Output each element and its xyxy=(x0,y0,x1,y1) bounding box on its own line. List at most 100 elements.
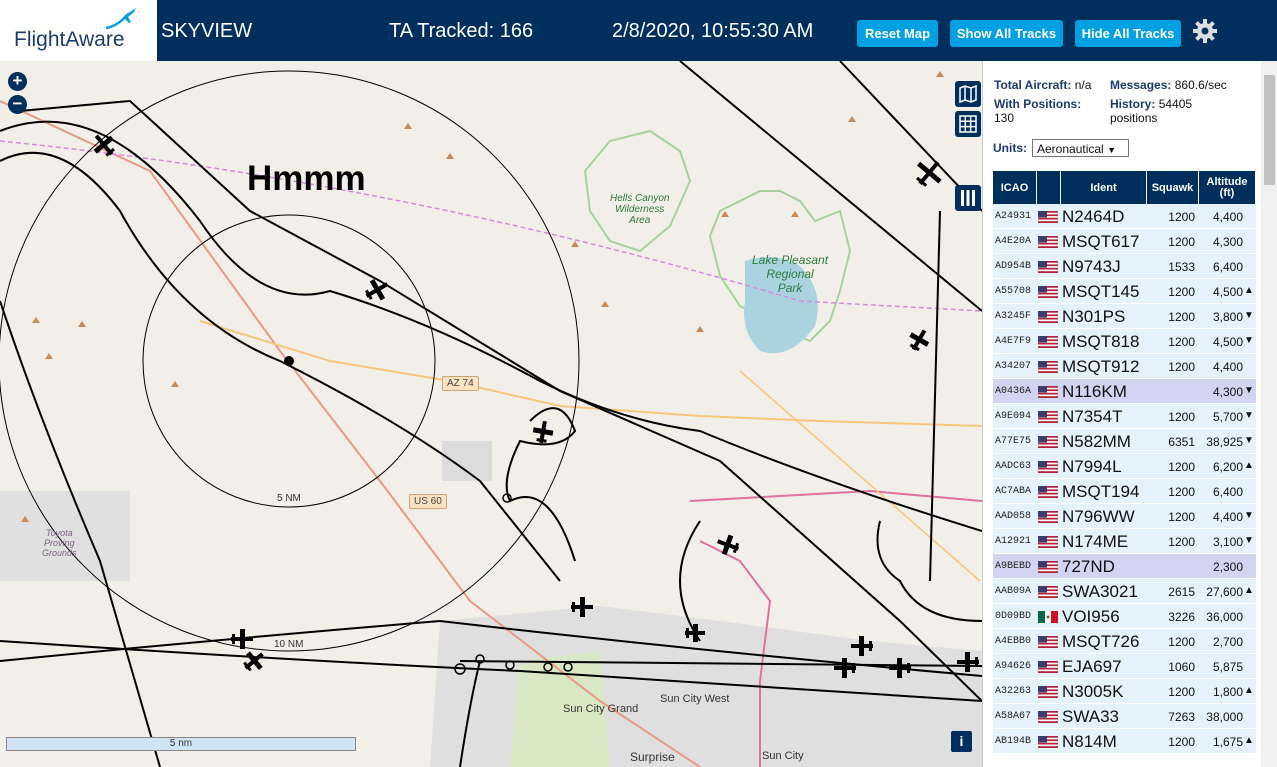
us-flag-icon xyxy=(1038,311,1058,323)
cell-altitude: 36,000 xyxy=(1206,610,1243,624)
cell-squawk: 1200 xyxy=(1168,210,1195,224)
zoom-out-button[interactable]: − xyxy=(8,95,27,114)
aircraft-icon[interactable] xyxy=(531,419,555,444)
col-ident[interactable]: Ident xyxy=(1061,171,1147,204)
app-name: SKYVIEW xyxy=(161,20,253,42)
map-layers-icon[interactable] xyxy=(955,81,981,107)
table-row[interactable]: A34207 MSQT912 1200 4,400 xyxy=(993,354,1256,379)
col-icao[interactable]: ICAO xyxy=(993,171,1037,204)
cell-trend: ▼ xyxy=(1244,410,1254,421)
scale-bar: 5 nm xyxy=(6,737,356,751)
us-flag-icon xyxy=(1038,661,1058,673)
info-button[interactable]: i xyxy=(951,731,972,752)
table-row[interactable]: A55708 MSQT145 1200 4,500 ▲ xyxy=(993,279,1256,304)
cell-ident: N9743J xyxy=(1062,257,1121,276)
scrollbar-thumb[interactable] xyxy=(1264,75,1275,185)
units-select[interactable]: Aeronautical ▼ xyxy=(1032,139,1129,157)
table-row[interactable]: AC7ABA MSQT194 1200 6,400 xyxy=(993,479,1256,504)
cell-altitude: 2,300 xyxy=(1212,560,1243,574)
aircraft-icon[interactable] xyxy=(909,153,948,192)
table-row[interactable]: AB194B N814M 1200 1,675 ▲ xyxy=(993,729,1256,754)
us-flag-icon xyxy=(1038,711,1058,723)
cell-icao: A0436A xyxy=(995,386,1032,397)
us-flag-icon xyxy=(1038,436,1058,448)
us-flag-icon xyxy=(1038,511,1058,523)
table-row[interactable]: A94626 EJA697 1060 5,875 xyxy=(993,654,1256,679)
map-view[interactable]: + − Hmmm 5 NM 10 NM AZ 74 US 60 Hells Ca… xyxy=(0,61,982,767)
table-row[interactable]: AADC63 N7994L 1200 6,200 ▲ xyxy=(993,454,1256,479)
aircraft-icon[interactable] xyxy=(851,636,873,656)
cell-ident: N2464D xyxy=(1062,207,1125,226)
us-flag-icon xyxy=(1038,561,1058,573)
cell-icao: A3245F xyxy=(995,311,1032,322)
hide-all-tracks-button[interactable]: Hide All Tracks xyxy=(1075,20,1181,47)
col-flag[interactable] xyxy=(1037,171,1061,204)
table-row[interactable]: A4E7F9 MSQT818 1200 4,500 ▼ xyxy=(993,329,1256,354)
columns-icon[interactable] xyxy=(955,185,981,211)
us-flag-icon xyxy=(1038,236,1058,248)
reset-map-button[interactable]: Reset Map xyxy=(857,20,938,47)
gear-icon[interactable] xyxy=(1192,18,1218,44)
table-row[interactable]: A9E094 N7354T 1200 5,700 ▼ xyxy=(993,404,1256,429)
zoom-in-button[interactable]: + xyxy=(8,72,27,91)
place-toyota: Toyota Proving Grounds xyxy=(42,528,77,558)
place-sun-city: Sun City xyxy=(762,750,804,762)
table-row[interactable]: A4E20A MSQT617 1200 4,300 xyxy=(993,229,1256,254)
aircraft-icon[interactable] xyxy=(889,658,911,678)
cell-icao: A9E094 xyxy=(995,411,1032,422)
table-row[interactable]: 0D09BD VOI956 3226 36,000 xyxy=(993,604,1256,629)
cell-trend: ▲ xyxy=(1244,460,1254,471)
aircraft-icon[interactable] xyxy=(88,129,120,162)
cell-altitude: 4,300 xyxy=(1212,385,1243,399)
aircraft-icon[interactable] xyxy=(685,624,705,642)
grid-icon[interactable] xyxy=(955,111,981,137)
aircraft-icon[interactable] xyxy=(905,325,933,354)
cell-ident: N301PS xyxy=(1062,307,1126,326)
cell-trend: ▲ xyxy=(1244,285,1254,296)
table-row[interactable]: A9BEBD 727ND 2,300 xyxy=(993,554,1256,579)
table-row[interactable]: AAD058 N796WW 1200 4,400 ▼ xyxy=(993,504,1256,529)
cell-trend: ▼ xyxy=(1244,435,1254,446)
cell-icao: 0D09BD xyxy=(995,611,1032,622)
table-row[interactable]: A77E75 N582MM 6351 38,925 ▼ xyxy=(993,429,1256,454)
us-flag-icon xyxy=(1038,386,1058,398)
cell-altitude: 38,000 xyxy=(1206,710,1243,724)
show-all-tracks-button[interactable]: Show All Tracks xyxy=(950,20,1063,47)
cell-altitude: 4,500 xyxy=(1212,285,1243,299)
us-flag-icon xyxy=(1038,261,1058,273)
table-row[interactable]: AD954B N9743J 1533 6,400 xyxy=(993,254,1256,279)
col-altitude[interactable]: Altitude (ft) xyxy=(1199,171,1256,204)
us-flag-icon xyxy=(1038,211,1058,223)
table-row[interactable]: A58A67 SWA33 7263 38,000 xyxy=(993,704,1256,729)
table-header: ICAO Ident Squawk Altitude (ft) xyxy=(993,171,1256,204)
cell-altitude: 3,800 xyxy=(1212,310,1243,324)
cell-ident: MSQT726 xyxy=(1062,632,1140,651)
table-row[interactable]: A24931 N2464D 1200 4,400 xyxy=(993,204,1256,229)
aircraft-icon[interactable] xyxy=(361,274,393,305)
road-us60: US 60 xyxy=(409,494,447,509)
cell-squawk: 1200 xyxy=(1168,535,1195,549)
aircraft-icon[interactable] xyxy=(571,597,593,617)
table-row[interactable]: A12921 N174ME 1200 3,100 ▼ xyxy=(993,529,1256,554)
aircraft-icon[interactable] xyxy=(834,658,856,678)
cell-icao: A4E20A xyxy=(995,236,1032,247)
cell-squawk: 7263 xyxy=(1168,710,1195,724)
aircraft-icon[interactable] xyxy=(239,646,269,675)
cell-ident: N796WW xyxy=(1062,507,1135,526)
annotation-text: Hmmm xyxy=(247,159,366,198)
flightaware-logo[interactable]: FlightAware xyxy=(0,0,157,61)
logo-text: FlightAware xyxy=(14,28,125,51)
aircraft-icon[interactable] xyxy=(231,629,253,649)
aircraft-icon[interactable] xyxy=(957,652,979,672)
road-az74: AZ 74 xyxy=(442,376,479,391)
table-row[interactable]: A32263 N3005K 1200 1,800 ▲ xyxy=(993,679,1256,704)
table-row[interactable]: AAB09A SWA3021 2615 27,600 ▲ xyxy=(993,579,1256,604)
aircraft-icon[interactable] xyxy=(714,532,742,558)
col-squawk[interactable]: Squawk xyxy=(1147,171,1199,204)
chevron-down-icon: ▼ xyxy=(1107,145,1116,155)
table-row[interactable]: A3245F N301PS 1200 3,800 ▼ xyxy=(993,304,1256,329)
panel-scrollbar[interactable] xyxy=(1261,61,1277,767)
table-row[interactable]: A4EBB0 MSQT726 1200 2,700 xyxy=(993,629,1256,654)
table-row[interactable]: A0436A N116KM 4,300 ▼ xyxy=(993,379,1256,404)
cell-icao: A24931 xyxy=(995,211,1032,222)
